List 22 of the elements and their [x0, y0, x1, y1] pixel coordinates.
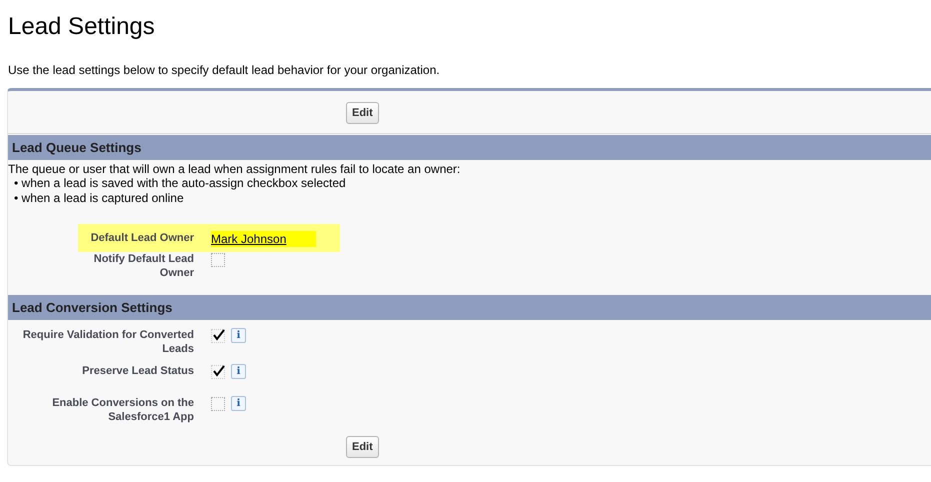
- checkbox[interactable]: [211, 397, 225, 411]
- edit-button[interactable]: Edit: [346, 102, 379, 124]
- checkbox[interactable]: [211, 253, 225, 267]
- edit-button[interactable]: Edit: [346, 436, 379, 458]
- page-title: Lead Settings: [8, 12, 156, 41]
- bullet-text: • when a lead is captured online: [13, 191, 185, 206]
- checkbox[interactable]: [211, 365, 225, 379]
- info-icon[interactable]: i: [231, 364, 246, 379]
- field-label: Notify Default Lead Owner: [92, 252, 194, 280]
- section-header: Lead Conversion Settings: [8, 295, 931, 320]
- field-label: Enable Conversions on the Salesforce1 App: [51, 396, 194, 424]
- page-description: Use the lead settings below to specify default lead behavior for your organization.: [8, 63, 441, 77]
- checkbox[interactable]: [211, 329, 225, 343]
- owner-link[interactable]: Mark Johnson: [211, 231, 316, 247]
- info-icon[interactable]: i: [231, 328, 246, 343]
- field-label: Default Lead Owner: [90, 231, 194, 245]
- field-label: Require Validation for Converted Leads: [22, 328, 194, 356]
- section-intro: The queue or user that will own a lead when assignment rules fail to locate an owner:: [8, 161, 462, 176]
- field-label: Preserve Lead Status: [81, 364, 194, 378]
- section-header: Lead Queue Settings: [8, 135, 931, 160]
- bullet-text: • when a lead is saved with the auto-assign checkbox selected: [13, 176, 347, 191]
- info-icon[interactable]: i: [231, 396, 246, 411]
